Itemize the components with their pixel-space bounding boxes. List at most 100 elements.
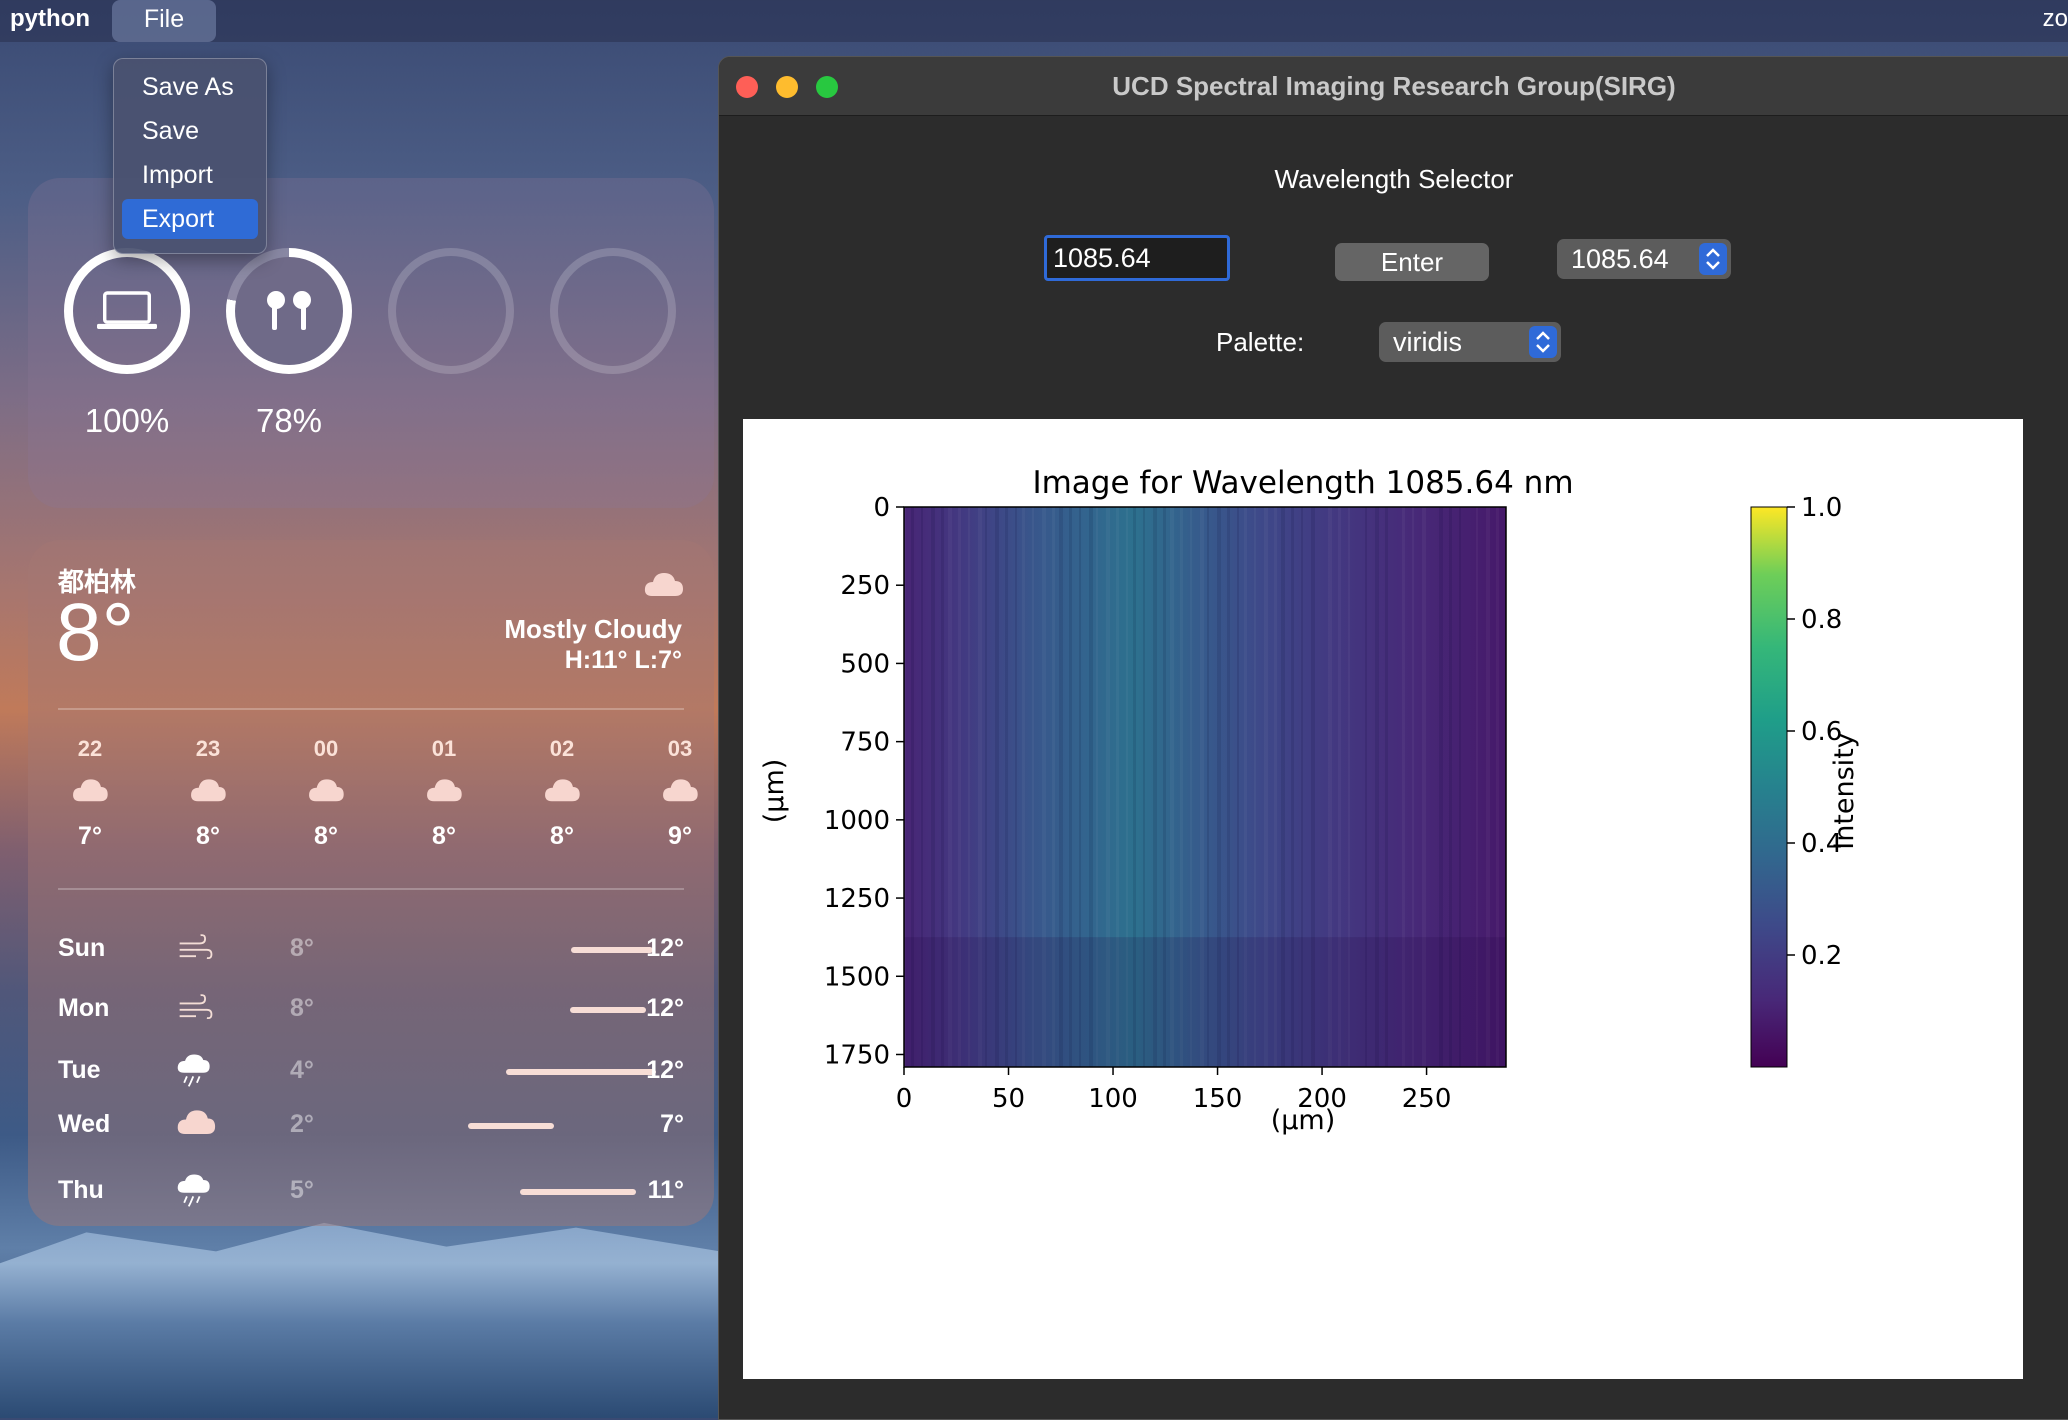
wind-icon (176, 930, 216, 970)
hourly-temp: 8° (314, 822, 338, 850)
heatmap-lower-band (904, 937, 1506, 1067)
battery-percent-airpods: 78% (255, 402, 323, 439)
cloud-icon (644, 573, 683, 596)
enter-button[interactable]: Enter (1335, 243, 1489, 281)
menu-item-export[interactable]: Export (122, 199, 258, 239)
y-tick-label: 500 (840, 649, 890, 679)
colorbar-label: Intensity (1829, 732, 1860, 850)
y-tick-label: 1000 (824, 806, 890, 836)
menu-item-save-as[interactable]: Save As (122, 67, 258, 107)
chevron-up-down-icon (1699, 243, 1727, 275)
rain-icon (176, 1052, 216, 1092)
colorbar-tick-label: 0.2 (1801, 941, 1842, 971)
rain-icon (176, 1172, 216, 1212)
palette-select[interactable]: viridis (1379, 322, 1561, 362)
wavelength-select-value: 1085.64 (1571, 244, 1669, 274)
app-window: UCD Spectral Imaging Research Group(SIRG… (718, 56, 2068, 1420)
hourly-time: 00 (313, 736, 339, 761)
x-axis: 0 50 100 150 200 250 (896, 1067, 1452, 1114)
day-low: 2° (290, 1110, 314, 1138)
wind-icon (176, 990, 216, 1030)
palette-label: Palette: (1216, 327, 1305, 357)
hourly-temp: 8° (550, 822, 574, 850)
hourly-item: 01 8° (404, 736, 484, 851)
day-low: 5° (290, 1176, 314, 1204)
hourly-item: 22 7° (50, 736, 130, 851)
temp-range-bar (520, 1189, 636, 1195)
hourly-item: 23 8° (168, 736, 248, 851)
wavelength-input[interactable] (1044, 235, 1230, 281)
weather-high-low: H:11° L:7° (564, 646, 682, 674)
menu-file[interactable]: File (112, 0, 216, 42)
temp-range-bar (506, 1069, 656, 1075)
cloud-icon (422, 776, 466, 808)
heatmap-figure: Image for Wavelength 1085.64 nm 0 50 100 15… (743, 419, 2023, 1379)
temp-range-bar (571, 947, 653, 953)
wavelength-selector-label: Wavelength Selector (1274, 164, 1514, 194)
weather-divider (58, 708, 684, 710)
cloud-icon (176, 1106, 216, 1146)
day-name: Mon (58, 994, 110, 1022)
daily-forecast-row: Thu 5° 11° (58, 1172, 684, 1212)
file-dropdown-menu: Save As Save Import Export (113, 58, 267, 254)
window-title: UCD Spectral Imaging Research Group(SIRG… (1112, 71, 1676, 101)
hourly-temp: 7° (78, 822, 102, 850)
day-high: 12° (646, 1056, 684, 1084)
day-high: 7° (660, 1110, 684, 1138)
menubar-right-text[interactable]: zo (2043, 5, 2068, 33)
x-tick-label: 50 (992, 1084, 1025, 1114)
hourly-item: 02 8° (522, 736, 602, 851)
hourly-time: 23 (195, 736, 221, 761)
y-tick-label: 750 (840, 728, 890, 758)
day-name: Sun (58, 934, 106, 962)
chart-title: Image for Wavelength 1085.64 nm (1032, 465, 1573, 501)
y-tick-label: 0 (873, 493, 890, 523)
menu-item-save[interactable]: Save (122, 111, 258, 151)
wavelength-select[interactable]: 1085.64 (1557, 239, 1731, 279)
daily-forecast-row: Tue 4° 12° (58, 1052, 684, 1092)
hourly-temp: 8° (196, 822, 220, 850)
window-titlebar[interactable]: UCD Spectral Imaging Research Group(SIRG… (719, 57, 2068, 116)
weather-widget[interactable]: 都柏林 8° Mostly Cloudy H:11° L:7° 22 7° 23 … (28, 540, 714, 1226)
colorbar (1750, 506, 1788, 1068)
colorbar-tick-label: 1.0 (1801, 493, 1842, 523)
day-high: 11° (647, 1176, 684, 1204)
day-low: 4° (290, 1056, 314, 1084)
daily-forecast-row: Sun 8° 12° (58, 930, 684, 970)
daily-forecast-row: Mon 8° 12° (58, 990, 684, 1030)
x-axis-label: (µm) (1271, 1105, 1336, 1136)
colorbar-axis: 0.20.40.60.81.0 (1787, 493, 1842, 971)
hourly-temp: 8° (432, 822, 456, 850)
x-tick-label: 0 (896, 1084, 913, 1114)
airpods-icon (267, 291, 311, 330)
x-tick-label: 100 (1088, 1084, 1138, 1114)
heatmap-image (903, 506, 1507, 1068)
y-axis: 0 250 500 750 1000 1250 1500 1750 (824, 493, 904, 1070)
battery-percent-laptop: 100% (84, 402, 170, 439)
cloud-icon (68, 776, 112, 808)
x-tick-label: 250 (1402, 1084, 1452, 1114)
cloud-icon (304, 776, 348, 808)
menu-item-import[interactable]: Import (122, 155, 258, 195)
weather-divider (58, 888, 684, 890)
y-axis-label: (µm) (759, 759, 790, 824)
battery-ring-empty-1 (388, 248, 514, 374)
y-tick-label: 250 (840, 571, 890, 601)
x-tick-label: 150 (1193, 1084, 1243, 1114)
palette-select-value: viridis (1393, 327, 1463, 357)
hourly-item: 00 8° (286, 736, 366, 851)
hourly-time: 02 (549, 736, 575, 761)
cloud-icon (658, 776, 702, 808)
day-high: 12° (646, 934, 684, 962)
daily-forecast-row: Wed 2° 7° (58, 1106, 684, 1146)
chevron-up-down-icon (1529, 326, 1557, 358)
day-name: Thu (58, 1176, 104, 1204)
weather-condition: Mostly Cloudy (504, 614, 682, 644)
cloud-icon (540, 776, 584, 808)
y-tick-label: 1500 (824, 962, 890, 992)
battery-ring-empty-2 (550, 248, 676, 374)
app-menu-python[interactable]: python (10, 5, 90, 33)
day-name: Wed (58, 1110, 111, 1138)
y-tick-label: 1250 (824, 884, 890, 914)
day-high: 12° (646, 994, 684, 1022)
